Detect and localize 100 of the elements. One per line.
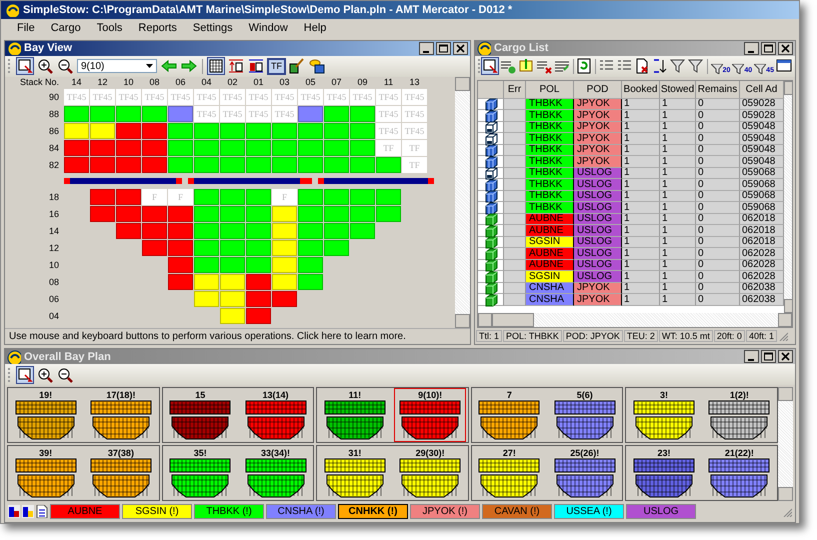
container-cell[interactable] bbox=[246, 274, 271, 290]
container-cell[interactable] bbox=[168, 122, 193, 139]
container-cell[interactable] bbox=[246, 308, 271, 324]
container-cell[interactable] bbox=[324, 122, 349, 139]
container-cell[interactable] bbox=[324, 188, 349, 205]
scrollbar[interactable] bbox=[778, 387, 793, 501]
right-arrow-icon[interactable] bbox=[181, 58, 197, 74]
container-cell[interactable] bbox=[168, 240, 193, 256]
bay-thumbnail[interactable]: 19! bbox=[10, 388, 82, 442]
container-cell[interactable] bbox=[220, 274, 245, 290]
menu-item[interactable]: Help bbox=[296, 21, 334, 36]
container-cell[interactable] bbox=[64, 156, 89, 173]
container-cell[interactable] bbox=[272, 140, 297, 156]
container-cell[interactable] bbox=[220, 240, 245, 256]
container-cell[interactable] bbox=[220, 156, 245, 173]
grid-icon[interactable] bbox=[208, 58, 224, 74]
container-cell[interactable] bbox=[194, 290, 219, 307]
bay-thumbnail[interactable]: 21(22)! bbox=[703, 446, 776, 500]
container-cell[interactable] bbox=[298, 140, 323, 156]
container-cell[interactable] bbox=[246, 290, 271, 307]
container-cell[interactable] bbox=[116, 188, 141, 205]
bay-thumbnail[interactable]: 5(6) bbox=[548, 388, 621, 442]
container-cell[interactable] bbox=[246, 256, 271, 273]
column-header[interactable] bbox=[478, 80, 504, 99]
port-legend-button[interactable]: AUBNE bbox=[50, 504, 120, 519]
container-cell[interactable] bbox=[194, 256, 219, 273]
legend-icon[interactable] bbox=[22, 505, 34, 518]
bay-thumbnail[interactable]: 27! bbox=[473, 446, 546, 500]
container-cell[interactable] bbox=[272, 222, 297, 239]
container-cell[interactable] bbox=[90, 140, 115, 156]
container-cell[interactable] bbox=[90, 206, 115, 222]
container-cell[interactable] bbox=[324, 206, 349, 222]
container-cell[interactable] bbox=[246, 156, 271, 173]
container-cell[interactable] bbox=[116, 140, 141, 156]
container-cell[interactable] bbox=[246, 206, 271, 222]
container-cell[interactable] bbox=[298, 206, 323, 222]
window-icon[interactable] bbox=[776, 58, 792, 74]
container-cell[interactable] bbox=[246, 240, 271, 256]
container-cell[interactable] bbox=[272, 240, 297, 256]
column-up-icon[interactable] bbox=[228, 58, 244, 74]
container-cell[interactable] bbox=[324, 240, 349, 256]
container-cell[interactable] bbox=[194, 122, 219, 139]
select-tool-icon[interactable] bbox=[17, 58, 33, 74]
bay-thumbnail[interactable]: 23! bbox=[628, 446, 700, 500]
container-cell[interactable] bbox=[116, 222, 141, 239]
container-cell[interactable] bbox=[350, 156, 375, 173]
container-cell[interactable] bbox=[298, 222, 323, 239]
container-cell[interactable] bbox=[298, 256, 323, 273]
zoom-in-icon[interactable] bbox=[37, 366, 53, 382]
menu-item[interactable]: Settings bbox=[184, 21, 241, 36]
container-cell[interactable] bbox=[142, 240, 167, 256]
cylinders-icon[interactable] bbox=[309, 58, 325, 74]
maximize-icon[interactable] bbox=[436, 42, 451, 55]
left-arrow-icon[interactable] bbox=[161, 58, 177, 74]
zoom-in-icon[interactable] bbox=[37, 58, 53, 74]
container-cell[interactable] bbox=[350, 188, 375, 205]
container-cell[interactable] bbox=[194, 156, 219, 173]
container-cell[interactable] bbox=[90, 106, 115, 122]
legend-icon[interactable] bbox=[8, 505, 20, 518]
container-cell[interactable] bbox=[116, 106, 141, 122]
container-cell[interactable] bbox=[194, 206, 219, 222]
container-cell[interactable] bbox=[272, 256, 297, 273]
container-cell[interactable] bbox=[246, 222, 271, 239]
bay-thumbnail[interactable]: 17(18)! bbox=[84, 388, 157, 442]
container-cell[interactable] bbox=[194, 222, 219, 239]
column-header[interactable]: POD bbox=[574, 80, 622, 99]
column-header[interactable]: Cell Ad bbox=[740, 80, 784, 99]
scrollbar[interactable] bbox=[478, 313, 792, 327]
port-legend-button[interactable]: CAVAN (!) bbox=[482, 504, 552, 519]
container-cell[interactable] bbox=[324, 140, 349, 156]
container-cell[interactable] bbox=[168, 140, 193, 156]
sort-icon[interactable] bbox=[652, 58, 668, 74]
document-delete-icon[interactable] bbox=[634, 58, 650, 74]
zoom-out-icon[interactable] bbox=[57, 366, 73, 382]
container-cell[interactable] bbox=[142, 206, 167, 222]
container-cell[interactable] bbox=[298, 188, 323, 205]
bay-thumbnail[interactable]: 3! bbox=[628, 388, 700, 442]
container-cell[interactable] bbox=[168, 106, 193, 122]
column-header[interactable]: POL bbox=[526, 80, 574, 99]
container-cell[interactable] bbox=[220, 122, 245, 139]
container-cell[interactable] bbox=[194, 140, 219, 156]
container-cell[interactable] bbox=[350, 106, 375, 122]
container-cell[interactable] bbox=[194, 274, 219, 290]
container-cell[interactable] bbox=[64, 140, 89, 156]
port-legend-button[interactable]: USLOG bbox=[626, 504, 696, 519]
column-header[interactable]: Stowed bbox=[660, 80, 696, 99]
bay-thumbnail[interactable]: 31! bbox=[318, 446, 391, 500]
container-cell[interactable] bbox=[64, 122, 89, 139]
zoom-out-icon[interactable] bbox=[57, 58, 73, 74]
container-cell[interactable] bbox=[220, 206, 245, 222]
select-tool-icon[interactable] bbox=[17, 366, 33, 382]
tf-toggle-button[interactable]: TF bbox=[268, 58, 285, 74]
bay-thumbnail[interactable]: 15 bbox=[164, 388, 236, 442]
document-icon[interactable] bbox=[36, 505, 48, 518]
container-cell[interactable] bbox=[298, 240, 323, 256]
hint-text[interactable]: Use mouse and keyboard buttons to perform various operations. Click here to learn more. bbox=[5, 328, 470, 344]
close-icon[interactable] bbox=[453, 42, 468, 55]
container-cell[interactable] bbox=[142, 156, 167, 173]
container-cell[interactable] bbox=[272, 206, 297, 222]
port-legend-button[interactable]: CNHKK (!) bbox=[338, 504, 408, 519]
